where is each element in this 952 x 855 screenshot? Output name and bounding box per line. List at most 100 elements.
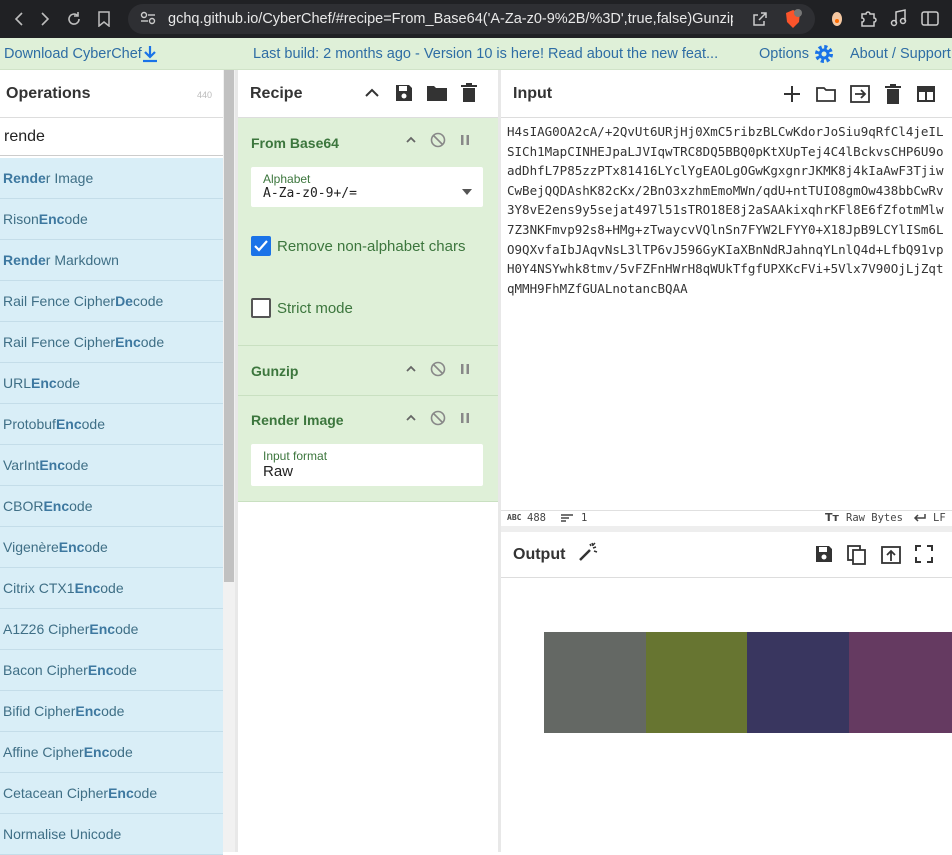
caret-down-icon[interactable] (462, 182, 472, 200)
share-icon[interactable] (751, 10, 769, 33)
operation-list-item[interactable]: Rison Enc ode (0, 199, 223, 240)
operation-list-item[interactable]: Rende r Image (0, 158, 223, 199)
replace-input-icon[interactable] (880, 544, 902, 571)
remove-non-alphabet-label: Remove non-alphabet chars (277, 237, 466, 255)
recipe-op-from-base64[interactable]: From Base64 Alphabet A-Za-z0-9+/= Remove… (238, 118, 498, 346)
recipe-op-render-image[interactable]: Render Image Input format Raw (238, 396, 498, 502)
disable-icon[interactable] (430, 410, 446, 431)
operation-list-item[interactable]: Normalise Unicode (0, 814, 223, 855)
clear-recipe-icon[interactable] (460, 83, 478, 108)
alphabet-value: A-Za-z0-9+/= (263, 186, 357, 201)
load-recipe-icon[interactable] (426, 83, 448, 108)
operation-list-item[interactable]: A1Z26 Cipher Enc ode (0, 609, 223, 650)
chevron-up-icon[interactable] (404, 411, 418, 430)
operation-list-item[interactable]: Citrix CTX1 Enc ode (0, 568, 223, 609)
operation-list-item[interactable]: Cetacean Cipher Enc ode (0, 773, 223, 814)
input-panel: Input H4sIAG0OA2cA/+2QvUt6URjHj0XmC5ribz… (501, 70, 952, 510)
operation-list-item[interactable]: VarInt Enc ode (0, 445, 223, 486)
input-status-bar: ABC 488 1 Tт Raw Bytes LF (501, 510, 952, 526)
operation-list-item[interactable]: Bifid Cipher Enc ode (0, 691, 223, 732)
operations-count: 440 (197, 90, 213, 100)
url-text[interactable]: gchq.github.io/CyberChef/#recipe=From_Ba… (168, 11, 733, 27)
maximise-icon[interactable] (914, 544, 934, 571)
bookmark-icon[interactable] (89, 4, 119, 34)
operation-list-item[interactable]: Affine Cipher Enc ode (0, 732, 223, 773)
sidebar-icon[interactable] (920, 8, 940, 33)
operation-list-item[interactable]: Bacon Cipher Enc ode (0, 650, 223, 691)
lines-icon (561, 513, 573, 526)
operation-list-item[interactable]: Rail Fence Cipher Enc ode (0, 322, 223, 363)
strict-mode-checkbox[interactable]: Strict mode (251, 298, 353, 318)
reload-icon[interactable] (59, 4, 89, 34)
output-title-text: Output (513, 545, 566, 563)
recipe-panel: Recipe From Base64 Alphabet A-Za-z0-9+/=… (238, 70, 498, 852)
operation-list-item[interactable]: Rail Fence Cipher De code (0, 281, 223, 322)
output-image-swatch (747, 632, 849, 733)
operations-scroll-thumb[interactable] (224, 70, 234, 582)
operation-list-item[interactable]: Rende r Markdown (0, 240, 223, 281)
checkbox-checked-icon[interactable] (251, 236, 271, 256)
input-textarea[interactable]: H4sIAG0OA2cA/+2QvUt6URjHj0XmC5ribzBLCwKd… (507, 122, 949, 298)
collapse-all-icon[interactable] (362, 83, 382, 108)
gear-icon[interactable] (813, 43, 835, 69)
forward-icon[interactable] (30, 4, 60, 34)
layout-icon[interactable] (915, 83, 937, 110)
site-info-icon[interactable] (140, 11, 156, 28)
output-image-swatch (646, 632, 748, 733)
pause-icon[interactable] (458, 133, 472, 152)
load-file-icon[interactable] (849, 83, 871, 110)
brave-shield-icon[interactable] (783, 9, 803, 34)
operation-list-item[interactable]: URL Enc ode (0, 363, 223, 404)
top-banner: Download CyberChef Last build: 2 months … (0, 38, 952, 70)
clear-input-icon[interactable] (883, 83, 903, 110)
options-link[interactable]: Options (759, 46, 809, 62)
chevron-up-icon[interactable] (404, 362, 418, 381)
address-bar[interactable]: gchq.github.io/CyberChef/#recipe=From_Ba… (128, 4, 815, 34)
open-folder-icon[interactable] (815, 83, 837, 110)
encoding-label[interactable]: Raw Bytes (846, 512, 903, 524)
operations-search-input[interactable]: rende (0, 118, 223, 156)
chevron-up-icon[interactable] (404, 133, 418, 152)
disable-icon[interactable] (430, 132, 446, 153)
about-link[interactable]: About / Support (850, 46, 951, 62)
op-title: Render Image (251, 412, 344, 428)
puzzle-icon[interactable] (858, 8, 878, 33)
checkbox-unchecked-icon[interactable] (251, 298, 271, 318)
output-panel: Output (501, 532, 952, 852)
input-format-label: Input format (263, 449, 328, 463)
disable-icon[interactable] (430, 361, 446, 382)
browser-toolbar: gchq.github.io/CyberChef/#recipe=From_Ba… (0, 0, 952, 38)
text-encoding-icon[interactable]: Tт (825, 511, 839, 524)
op-title: From Base64 (251, 135, 339, 151)
char-count: 488 (527, 512, 546, 524)
add-tab-icon[interactable] (781, 83, 803, 110)
op-title: Gunzip (251, 363, 299, 379)
remove-non-alphabet-checkbox[interactable]: Remove non-alphabet chars (251, 236, 465, 256)
alphabet-label: Alphabet (263, 172, 311, 186)
output-image-swatch (544, 632, 646, 733)
copy-output-icon[interactable] (846, 544, 868, 571)
operations-panel: Operations 440 rende Rende r Image Rison E… (0, 70, 235, 855)
operations-list: Rende r Image Rison Enc ode Rende r Markdown R… (0, 158, 223, 855)
eol-label[interactable]: LF (933, 512, 946, 524)
recipe-op-gunzip[interactable]: Gunzip (238, 346, 498, 396)
input-format-value: Raw (263, 463, 294, 480)
media-icon[interactable] (890, 8, 908, 33)
save-output-icon[interactable] (814, 544, 834, 571)
operation-list-item[interactable]: Vigenère Enc ode (0, 527, 223, 568)
eol-icon[interactable] (913, 513, 926, 526)
abc-icon: ABC (507, 513, 522, 522)
magic-wand-icon[interactable] (577, 541, 599, 568)
input-format-field[interactable]: Input format Raw (251, 444, 483, 486)
operation-list-item[interactable]: Protobuf Enc ode (0, 404, 223, 445)
download-icon[interactable] (142, 45, 158, 67)
pause-icon[interactable] (458, 362, 472, 381)
save-recipe-icon[interactable] (394, 83, 414, 108)
operation-list-item[interactable]: CBOR Enc ode (0, 486, 223, 527)
build-notice[interactable]: Last build: 2 months ago - Version 10 is… (253, 46, 718, 62)
output-image-swatch (849, 632, 952, 733)
extension-icon[interactable] (828, 8, 846, 33)
alphabet-select[interactable]: Alphabet A-Za-z0-9+/= (251, 167, 483, 207)
pause-icon[interactable] (458, 411, 472, 430)
download-link[interactable]: Download CyberChef (4, 46, 142, 62)
